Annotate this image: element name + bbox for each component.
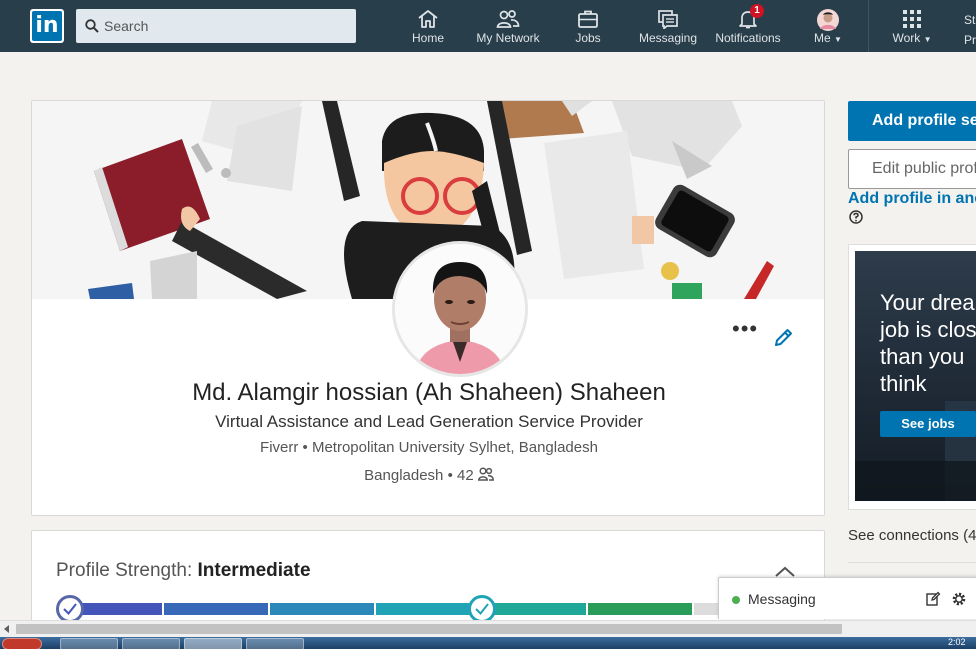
messaging-icon — [658, 10, 678, 29]
compose-icon — [926, 591, 941, 606]
nav-notifications-label: Notifications — [715, 31, 781, 45]
nav-me-text: Me — [814, 31, 831, 45]
profile-location: Bangladesh — [364, 467, 444, 484]
ad-text: Your dream job is closer than you think — [880, 290, 976, 396]
network-icon — [496, 10, 520, 28]
grid-icon — [903, 10, 921, 28]
add-profile-language-link[interactable]: Add profile in another language — [848, 190, 976, 208]
profile-name: Md. Alamgir hossian (Ah Shaheen) Shaheen — [192, 379, 666, 406]
profile-strength-title: Profile Strength: Intermediate — [56, 560, 311, 582]
see-connections-link[interactable]: See connections (42) — [848, 527, 976, 544]
chevron-down-icon: ▼ — [834, 35, 842, 44]
profile-card: ••• Md. Alamgir hossian (Ah Shaheen) Sha… — [31, 100, 825, 516]
profile-headline: Virtual Assistance and Lead Generation S… — [215, 412, 643, 431]
chevron-down-icon: ▼ — [923, 35, 932, 44]
profile-photo-image — [395, 244, 525, 374]
profile-strength-level: Intermediate — [197, 560, 311, 581]
nav-me[interactable]: Me ▼ — [808, 0, 848, 52]
edit-profile-button[interactable] — [772, 327, 794, 354]
profile-location-line: Bangladesh • 42 — [32, 467, 824, 484]
strength-segment — [164, 603, 268, 615]
more-options-button[interactable]: ••• — [732, 318, 757, 343]
briefcase-icon — [578, 10, 598, 28]
gear-icon — [952, 592, 966, 606]
nav-jobs-label: Jobs — [575, 31, 601, 45]
avatar — [817, 9, 839, 31]
nav-messaging-label: Messaging — [638, 31, 698, 45]
compose-message-button[interactable] — [925, 591, 941, 612]
profile-strength-label: Profile Strength: — [56, 560, 193, 581]
ad-image: Your dream job is closer than you think … — [855, 251, 976, 501]
scrollbar-thumb[interactable] — [16, 624, 842, 634]
profile-photo[interactable] — [392, 241, 528, 377]
question-icon — [849, 210, 863, 224]
edit-public-profile-button[interactable]: Edit public profile & URL — [848, 149, 976, 189]
connections-count[interactable]: 42 — [457, 467, 474, 484]
nav-work-label: Work ▼ — [888, 31, 936, 45]
scroll-left-arrow-icon[interactable] — [4, 625, 9, 633]
linkedin-logo[interactable]: in — [30, 9, 64, 43]
nav-jobs[interactable]: Jobs — [568, 0, 608, 52]
messaging-label: Messaging — [748, 591, 816, 607]
ellipsis-icon: ••• — [732, 316, 759, 341]
taskbar-app[interactable] — [60, 638, 118, 649]
taskbar-app-browser[interactable] — [184, 638, 242, 649]
pencil-icon — [775, 329, 792, 346]
connections-icon[interactable] — [477, 467, 494, 481]
taskbar-clock: 2:02 — [948, 637, 966, 647]
nav-work[interactable]: Work ▼ — [888, 0, 936, 52]
rail-divider — [848, 562, 976, 563]
os-taskbar: 2:02 — [0, 637, 976, 649]
search-box[interactable] — [76, 9, 356, 43]
notification-badge: 1 — [750, 4, 764, 18]
nav-me-label: Me ▼ — [808, 31, 848, 45]
nav-home[interactable]: Home — [404, 0, 452, 52]
ad-card[interactable]: Your dream job is closer than you think … — [848, 244, 976, 510]
online-status-icon — [732, 596, 740, 604]
search-input[interactable] — [104, 9, 344, 43]
home-icon — [418, 10, 438, 28]
nav-my-network[interactable]: My Network — [472, 0, 544, 52]
nav-truncated-item[interactable]: St Pr — [964, 10, 976, 50]
see-jobs-button[interactable]: See jobs — [880, 411, 976, 437]
nav-notifications[interactable]: Notifications 1 — [712, 0, 784, 52]
search-icon — [85, 19, 99, 33]
nav-home-label: Home — [411, 31, 444, 45]
taskbar-app[interactable] — [122, 638, 180, 649]
messaging-settings-button[interactable] — [951, 591, 967, 612]
profile-school[interactable]: Metropolitan University Sylhet, Banglade… — [312, 439, 598, 456]
profile-company-school: Fiverr • Metropolitan University Sylhet,… — [32, 439, 824, 456]
profile-company[interactable]: Fiverr — [260, 439, 298, 456]
check-icon — [63, 603, 77, 616]
strength-checkpoint — [468, 595, 496, 623]
taskbar-app[interactable] — [246, 638, 304, 649]
nav-messaging[interactable]: Messaging — [636, 0, 700, 52]
add-profile-section-button[interactable]: Add profile section — [848, 101, 976, 141]
bullet-separator: • — [302, 439, 312, 456]
messaging-bar[interactable]: Messaging — [718, 577, 976, 619]
strength-segment — [588, 603, 692, 615]
strength-segment — [376, 603, 480, 615]
start-button[interactable] — [2, 638, 42, 649]
nav-divider — [868, 0, 869, 52]
strength-checkpoint — [56, 595, 84, 623]
nav-work-text: Work — [892, 31, 921, 45]
help-button[interactable] — [849, 210, 863, 229]
logo-text: in — [32, 11, 62, 41]
top-navigation: in Home My Network Jobs Messaging Notifi… — [0, 0, 976, 52]
nav-my-network-label: My Network — [476, 31, 540, 45]
strength-segment — [482, 603, 586, 615]
check-icon — [475, 603, 489, 616]
bullet-separator: • — [447, 467, 457, 484]
horizontal-scrollbar[interactable] — [0, 620, 976, 637]
strength-segment — [270, 603, 374, 615]
